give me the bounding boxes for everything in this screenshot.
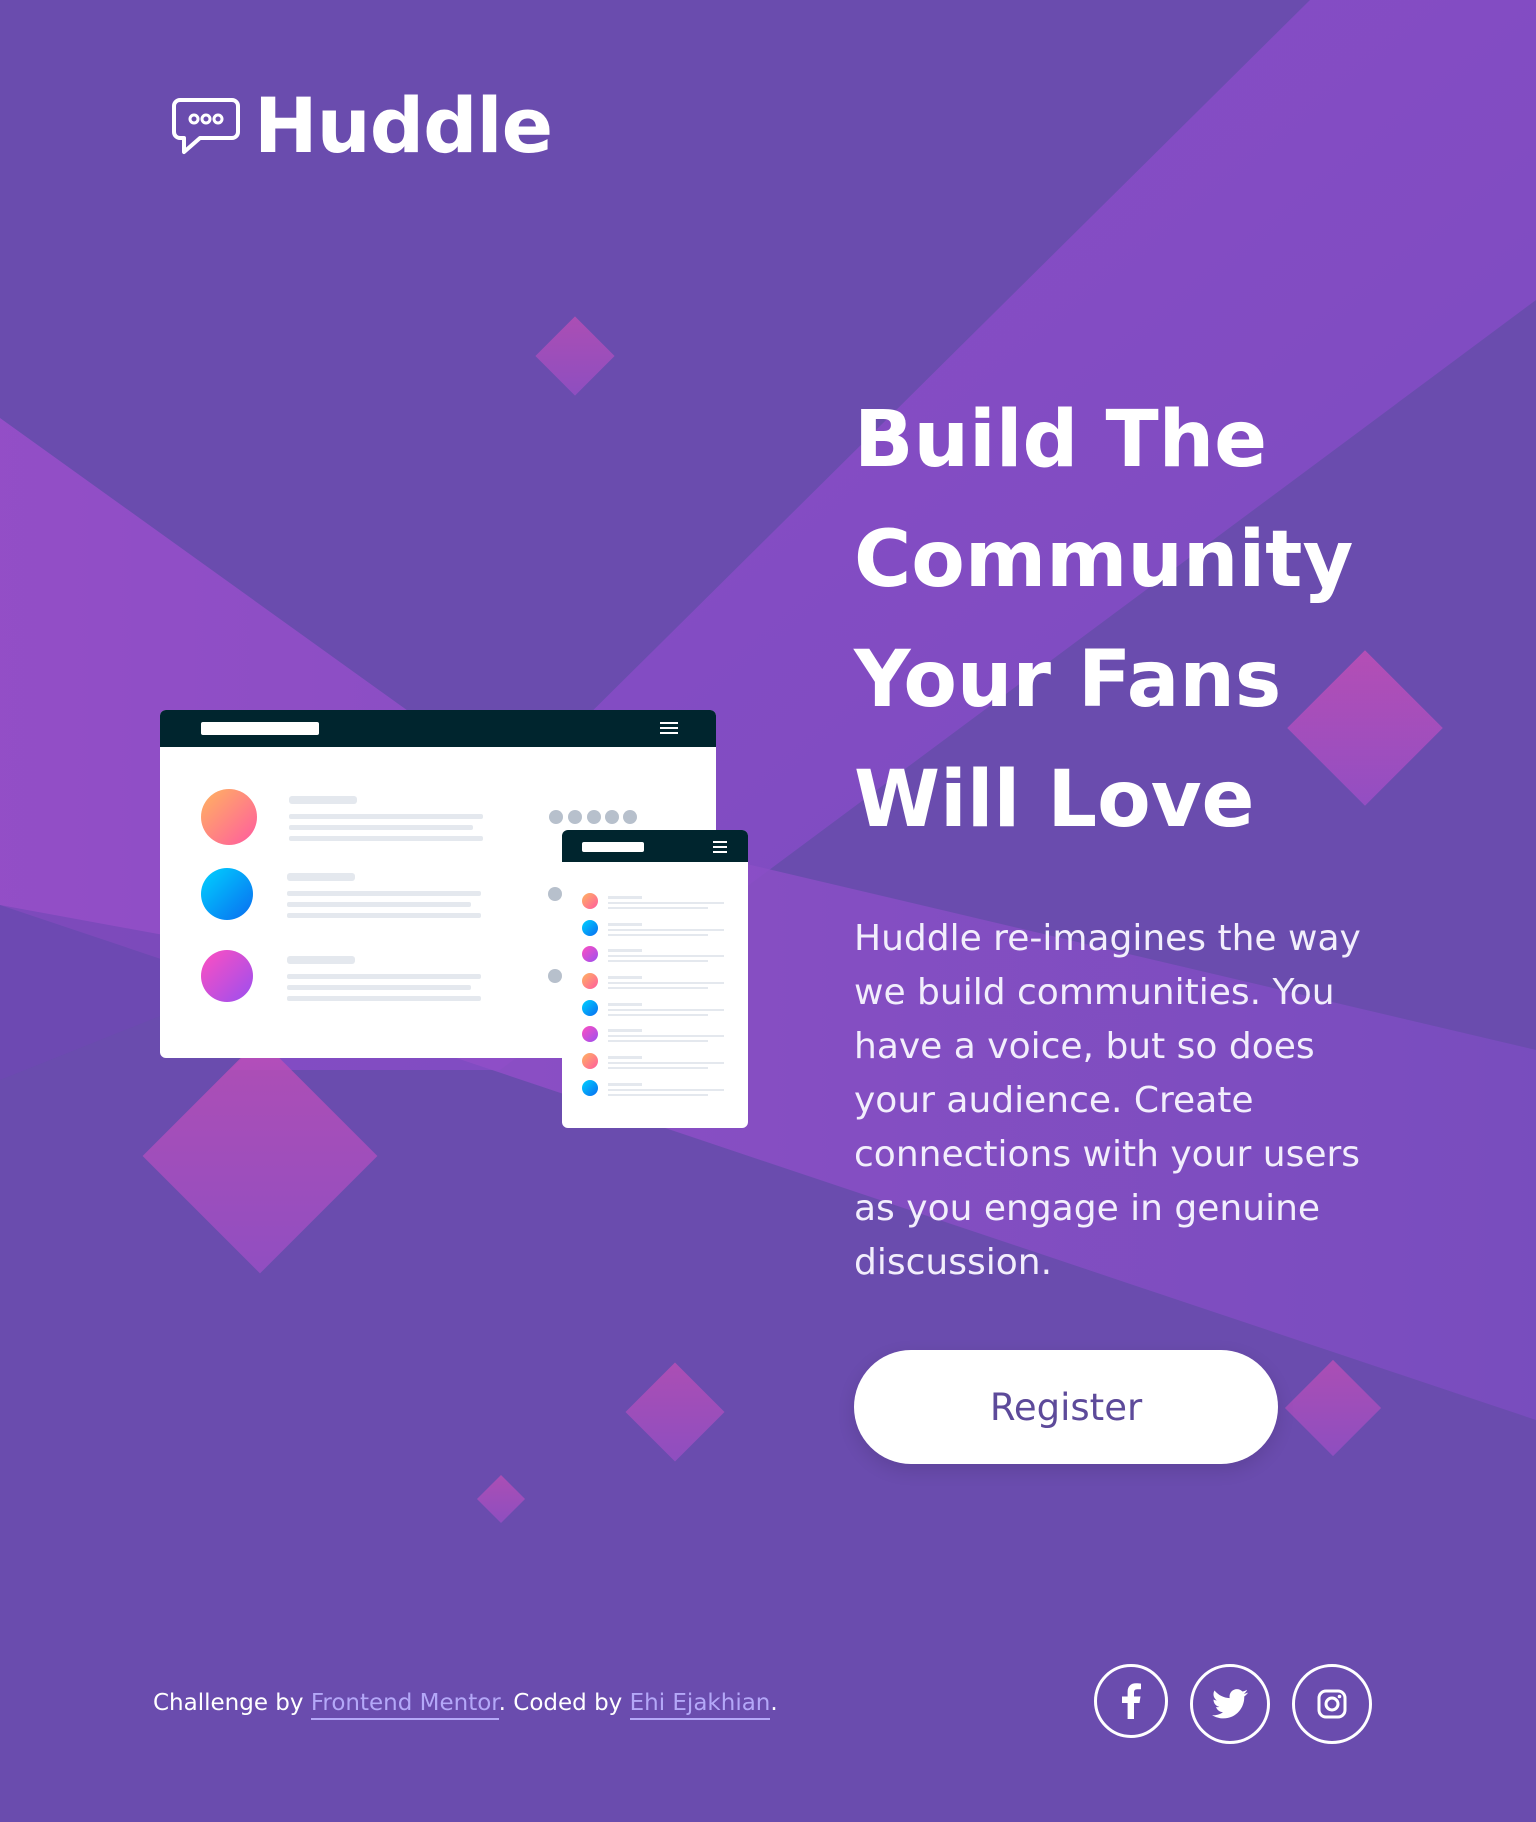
facebook-button[interactable] bbox=[1094, 1664, 1168, 1738]
hero-description: Huddle re-imagines the way we build comm… bbox=[854, 918, 1361, 1283]
headline-line: Build The bbox=[854, 395, 1268, 485]
facebook-icon bbox=[1122, 1683, 1141, 1719]
twitter-icon bbox=[1212, 1689, 1248, 1719]
chat-bubble-icon bbox=[172, 98, 240, 154]
brand-name: Huddle bbox=[254, 81, 553, 170]
brand-logo[interactable]: Huddle bbox=[172, 81, 553, 170]
author-link[interactable]: Ehi Ejakhian bbox=[629, 1690, 771, 1720]
attribution: Challenge by Frontend Mentor. Coded by E… bbox=[153, 1690, 778, 1720]
headline-line: Will Love bbox=[854, 755, 1255, 845]
hero-headline: Build The Community Your Fans Will Love bbox=[854, 380, 1454, 860]
attribution-suffix: . bbox=[770, 1690, 778, 1716]
headline-line: Community bbox=[854, 515, 1354, 605]
challenge-prefix: Challenge by bbox=[153, 1690, 304, 1716]
social-links bbox=[1094, 1664, 1372, 1744]
app-mockup-illustration bbox=[160, 710, 748, 1128]
register-button[interactable]: Register bbox=[854, 1350, 1278, 1464]
instagram-icon bbox=[1317, 1689, 1347, 1719]
instagram-button[interactable] bbox=[1292, 1664, 1372, 1744]
headline-line: Your Fans bbox=[854, 635, 1282, 725]
frontend-mentor-link[interactable]: Frontend Mentor bbox=[310, 1690, 499, 1720]
coded-prefix: . Coded by bbox=[498, 1690, 623, 1716]
twitter-button[interactable] bbox=[1190, 1664, 1270, 1744]
